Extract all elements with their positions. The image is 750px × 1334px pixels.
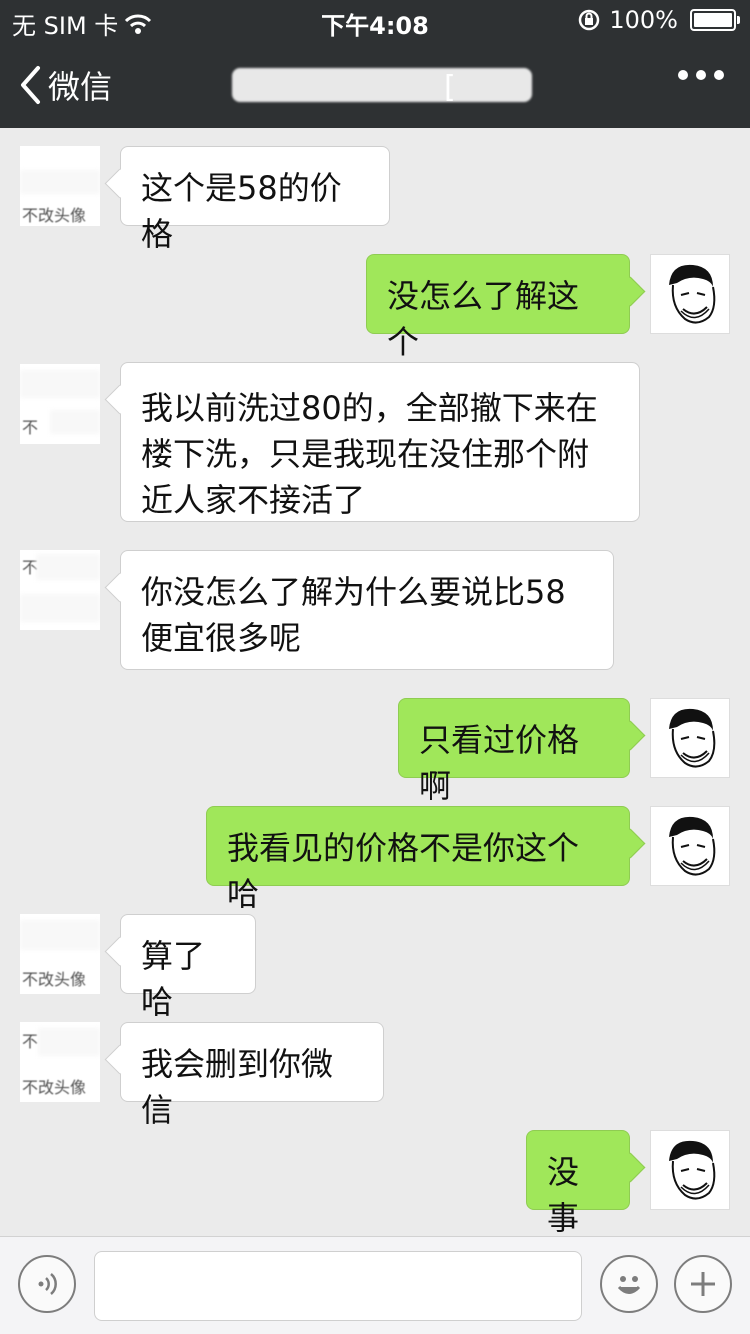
my-avatar[interactable]: [650, 1130, 730, 1210]
message-bubble-incoming[interactable]: 这个是58的价格: [120, 146, 390, 253]
nav-bar: 微信 [: [0, 40, 750, 128]
rotation-lock-icon: [579, 9, 600, 31]
my-avatar[interactable]: [650, 806, 730, 886]
message-bubble-outgoing[interactable]: 没怎么了解这个: [366, 254, 630, 361]
face-sketch-icon: [669, 264, 716, 324]
message-text: 我会删到你微信: [141, 1045, 334, 1129]
chat-title: [: [232, 58, 542, 110]
contact-avatar[interactable]: 不改头像: [20, 914, 100, 994]
status-bar: 无 SIM 卡 下午4:08 100%: [0, 0, 750, 40]
back-label: 微信: [48, 68, 113, 106]
message-text: 没事: [547, 1153, 580, 1237]
battery-icon: [690, 9, 740, 31]
input-bar: [0, 1236, 750, 1334]
voice-button[interactable]: [18, 1255, 76, 1313]
contact-avatar[interactable]: 不: [20, 550, 100, 630]
status-right: 100%: [577, 6, 740, 34]
message-text: 只看过价格啊: [419, 721, 580, 805]
battery-percent: 100%: [609, 6, 678, 34]
message-bubble-outgoing[interactable]: 只看过价格啊: [398, 698, 630, 805]
plus-icon: [691, 1272, 715, 1296]
voice-icon: [38, 1273, 57, 1295]
message-bubble-incoming[interactable]: 你没怎么了解为什么要说比58便宜很多呢: [120, 550, 614, 670]
my-avatar[interactable]: [650, 698, 730, 778]
chat-area[interactable]: 不改头像 这个是58的价格 没怎么了解这个 不 我以前洗过80的，全部撤下来在楼…: [0, 128, 750, 1237]
message-input[interactable]: [94, 1251, 582, 1321]
more-icon[interactable]: [678, 70, 724, 80]
redacted-title: [232, 68, 532, 102]
message-text: 你没怎么了解为什么要说比58便宜很多呢: [141, 573, 566, 657]
contact-avatar[interactable]: 不 不改头像: [20, 1022, 100, 1102]
back-button[interactable]: 微信: [18, 62, 112, 108]
face-sketch-icon: [669, 1140, 716, 1200]
add-button[interactable]: [674, 1255, 732, 1313]
message-bubble-incoming[interactable]: 算了哈: [120, 914, 256, 1021]
top-bar: 无 SIM 卡 下午4:08 100% 微信 [: [0, 0, 750, 128]
face-sketch-icon: [669, 708, 716, 768]
contact-avatar[interactable]: 不: [20, 364, 100, 444]
emoji-button[interactable]: [600, 1255, 658, 1313]
message-text: 没怎么了解这个: [387, 277, 580, 361]
message-text: 我以前洗过80的，全部撤下来在楼下洗，只是我现在没住那个附近人家不接活了: [141, 389, 598, 519]
message-bubble-incoming[interactable]: 我会删到你微信: [120, 1022, 384, 1129]
message-text: 算了哈: [141, 937, 206, 1021]
emoji-icon: [617, 1276, 641, 1294]
message-bubble-incoming[interactable]: 我以前洗过80的，全部撤下来在楼下洗，只是我现在没住那个附近人家不接活了: [120, 362, 640, 522]
message-text: 这个是58的价格: [141, 169, 342, 253]
face-sketch-icon: [669, 816, 716, 876]
my-avatar[interactable]: [650, 254, 730, 334]
message-bubble-outgoing[interactable]: 我看见的价格不是你这个哈: [206, 806, 630, 913]
title-suffix: [: [444, 70, 456, 105]
message-bubble-outgoing[interactable]: 没事: [526, 1130, 630, 1237]
chevron-left-icon: [21, 66, 40, 104]
message-text: 我看见的价格不是你这个哈: [227, 829, 580, 913]
contact-avatar[interactable]: 不改头像: [20, 146, 100, 226]
